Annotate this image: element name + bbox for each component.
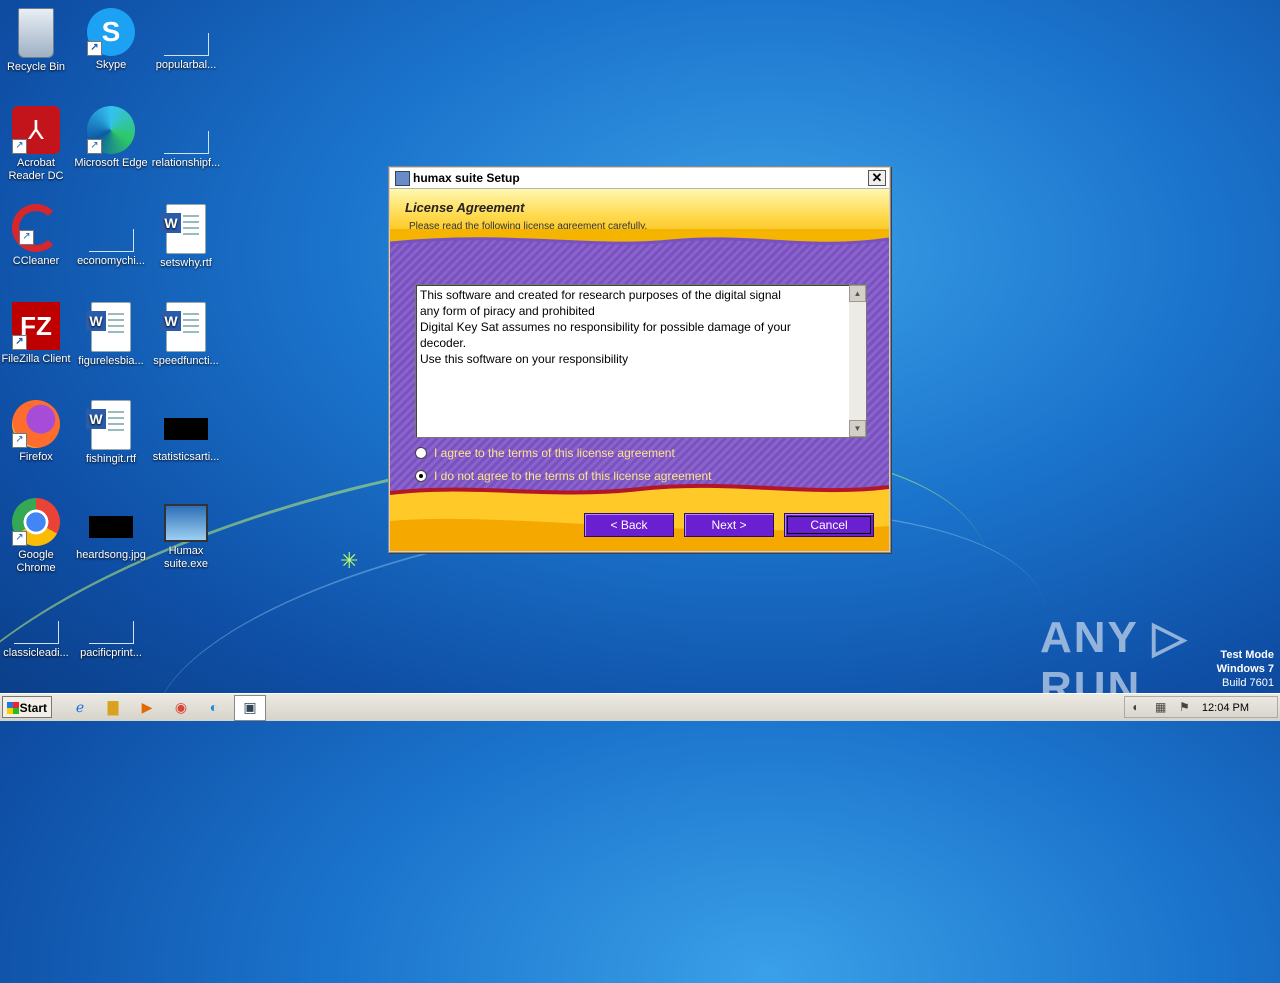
desktop-icon-ccleaner[interactable]: ↗ CCleaner — [0, 204, 74, 268]
cancel-button[interactable]: Cancel — [784, 513, 874, 537]
setup-app-icon — [395, 170, 410, 186]
wallpaper-logo-leaf: ✳ — [340, 548, 359, 573]
blank-file-icon — [162, 106, 210, 154]
desktop-icon-setswhy[interactable]: setswhy.rtf — [148, 204, 224, 270]
explorer-folder-icon[interactable]: ▇ — [103, 698, 123, 716]
desktop-icon-firefox[interactable]: ↗ Firefox — [0, 400, 74, 464]
start-button[interactable]: Start — [2, 696, 52, 718]
license-text: This software and created for research p… — [420, 288, 791, 366]
word-doc-icon — [161, 204, 206, 254]
filezilla-icon: FZ ↗ — [12, 302, 60, 350]
icon-label: FileZilla Client — [1, 353, 71, 365]
icon-label: relationshipf... — [151, 157, 221, 169]
ccleaner-icon: ↗ — [12, 204, 60, 252]
icon-label: Recycle Bin — [6, 61, 66, 73]
icon-label: Humax suite.exe — [163, 545, 209, 570]
icon-label: speedfuncti... — [153, 355, 219, 367]
word-doc-icon — [86, 400, 131, 450]
test-mode-text: Test Mode Windows 7 Build 7601 — [1217, 648, 1274, 690]
desktop-icon-heardsong[interactable]: heardsong.jpg — [73, 498, 149, 562]
desktop-icon-edge[interactable]: ↗ Microsoft Edge — [73, 106, 149, 170]
dialog-titlebar[interactable]: humax suite Setup ✕ — [390, 168, 889, 189]
icon-label: setswhy.rtf — [160, 257, 212, 269]
clock[interactable]: 12:04 PM — [1202, 702, 1249, 714]
word-doc-icon — [161, 302, 206, 352]
desktop-icon-acrobat[interactable]: ⅄ ↗ Acrobat Reader DC — [0, 106, 74, 183]
icon-label: Microsoft Edge — [74, 157, 148, 169]
image-file-icon — [87, 498, 135, 546]
icon-label: Firefox — [19, 451, 53, 463]
desktop-icon-skype[interactable]: S ↗ Skype — [73, 8, 149, 72]
image-file-icon — [162, 400, 210, 448]
next-button[interactable]: Next > — [684, 513, 774, 537]
icon-label: Acrobat Reader DC — [8, 157, 64, 182]
close-icon[interactable]: ✕ — [868, 170, 886, 186]
scroll-down-icon[interactable]: ▼ — [849, 420, 866, 437]
icon-label: CCleaner — [12, 255, 60, 267]
desktop-icon-classicleadi[interactable]: classicleadi... — [0, 596, 74, 660]
dialog-title: humax suite Setup — [413, 171, 520, 185]
volume-icon[interactable]: ◖ — [1131, 700, 1138, 714]
word-doc-icon — [86, 302, 131, 352]
desktop-icon-popularbal[interactable]: popularbal... — [148, 8, 224, 72]
back-button[interactable]: < Back — [584, 513, 674, 537]
ie-icon[interactable]: ℯ — [70, 698, 90, 716]
desktop-icon-figurelesbia[interactable]: figurelesbia... — [73, 302, 149, 368]
icon-label: figurelesbia... — [78, 355, 144, 367]
installer-icon — [164, 504, 208, 542]
taskbar: Start ℯ ▇ ▶ ◉ ◐ ▣ ◖ ▦ ⚑ 12:04 PM — [0, 693, 1280, 721]
desktop-icon-fishingit[interactable]: fishingit.rtf — [73, 400, 149, 466]
icon-label: fishingit.rtf — [85, 453, 137, 465]
desktop-icon-humax-suite[interactable]: Humax suite.exe — [148, 498, 224, 571]
setup-taskbar-button[interactable]: ▣ — [234, 695, 266, 721]
setup-taskbar-icon: ▣ — [243, 699, 257, 715]
desktop-icon-economychi[interactable]: economychi... — [73, 204, 149, 268]
radio-agree-label: I agree to the terms of this license agr… — [434, 446, 675, 460]
recycle-bin-icon — [18, 8, 54, 58]
icon-label: economychi... — [77, 255, 145, 267]
scroll-up-icon[interactable]: ▲ — [849, 285, 866, 302]
icon-label: heardsong.jpg — [76, 549, 146, 561]
radio-agree-circle[interactable] — [415, 447, 427, 459]
desktop-icon-speedfuncti[interactable]: speedfuncti... — [148, 302, 224, 368]
icon-label: Google Chrome — [16, 549, 56, 574]
desktop-icon-pacificprint[interactable]: pacificprint... — [73, 596, 149, 660]
header-wave-decoration — [390, 229, 889, 245]
blank-file-icon — [87, 204, 135, 252]
media-player-icon[interactable]: ▶ — [137, 698, 157, 716]
radio-agree[interactable]: I agree to the terms of this license agr… — [415, 446, 675, 460]
desktop-icon-filezilla[interactable]: FZ ↗ FileZilla Client — [0, 302, 74, 366]
icon-label: classicleadi... — [3, 647, 69, 659]
desktop-icon-chrome[interactable]: ↗ Google Chrome — [0, 498, 74, 575]
network-icon[interactable]: ▦ — [1155, 700, 1166, 714]
header-title: License Agreement — [405, 200, 525, 215]
action-center-flag-icon[interactable]: ⚑ — [1179, 700, 1190, 714]
blank-file-icon — [87, 596, 135, 644]
skype-icon: S ↗ — [87, 8, 135, 56]
test-mode-line3: Build 7601 — [1222, 677, 1274, 689]
desktop-icon-recycle-bin[interactable]: Recycle Bin — [0, 8, 74, 74]
desktop-icon-statisticsarti[interactable]: statisticsarti... — [148, 400, 224, 464]
setup-dialog: humax suite Setup ✕ License Agreement Pl… — [388, 166, 891, 553]
blank-file-icon — [12, 596, 60, 644]
license-scrollbar[interactable]: ▲ ▼ — [849, 285, 866, 437]
blank-file-icon — [162, 8, 210, 56]
license-textbox[interactable]: This software and created for research p… — [415, 284, 867, 438]
desktop-icon-relationshipf[interactable]: relationshipf... — [148, 106, 224, 170]
acrobat-icon: ⅄ ↗ — [12, 106, 60, 154]
system-tray: ◖ ▦ ⚑ 12:04 PM — [1124, 696, 1278, 718]
icon-label: popularbal... — [155, 59, 217, 71]
chrome-taskbar-icon[interactable]: ◉ — [171, 698, 191, 716]
icon-label: statisticsarti... — [152, 451, 220, 463]
chrome-icon: ↗ — [12, 498, 60, 546]
test-mode-line2: Windows 7 — [1216, 663, 1274, 675]
icon-label: pacificprint... — [80, 647, 142, 659]
firefox-icon: ↗ — [12, 400, 60, 448]
edge-icon: ↗ — [87, 106, 135, 154]
test-mode-line1: Test Mode — [1220, 649, 1274, 661]
icon-label: Skype — [95, 59, 127, 71]
edge-taskbar-icon[interactable]: ◐ — [204, 698, 224, 716]
